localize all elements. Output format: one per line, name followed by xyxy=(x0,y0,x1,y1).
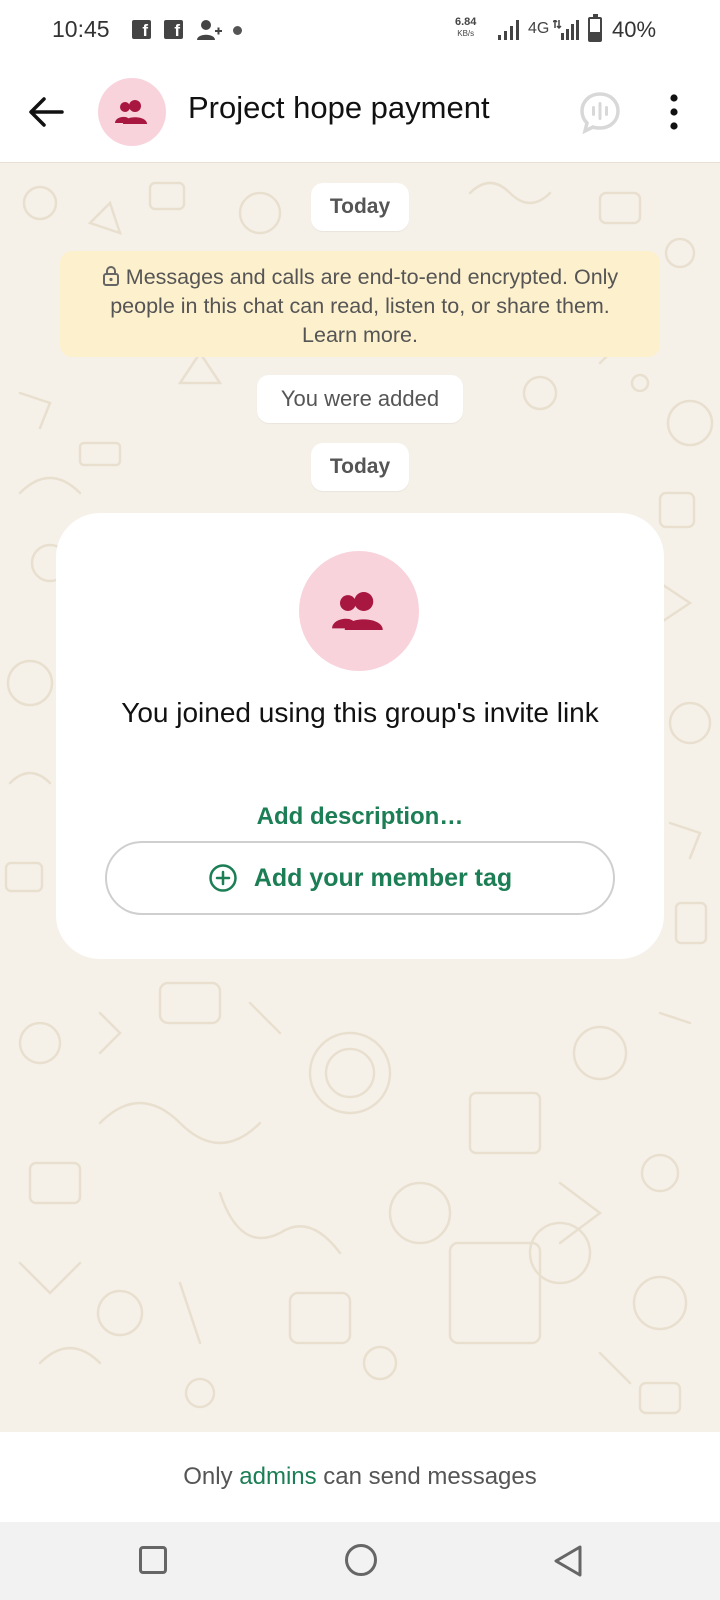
add-member-tag-button[interactable]: Add your member tag xyxy=(105,841,615,915)
chat-title[interactable]: Project hope payment xyxy=(188,90,490,126)
status-bar: 10:45 f f 6.84 KB/s 4G 40% xyxy=(0,0,720,62)
date-divider: Today xyxy=(311,183,409,231)
recent-apps-icon[interactable] xyxy=(139,1546,167,1574)
person-add-icon xyxy=(197,20,222,40)
back-icon[interactable] xyxy=(552,1544,584,1578)
add-member-tag-label: Add your member tag xyxy=(253,863,513,892)
voice-chat-icon[interactable] xyxy=(578,90,622,134)
status-time: 10:45 xyxy=(52,16,110,42)
group-info-card: You joined using this group's invite lin… xyxy=(56,513,664,959)
battery-level xyxy=(590,31,600,40)
encryption-notice-text: Messages and calls are end-to-end encryp… xyxy=(110,265,619,347)
facebook-icon: f xyxy=(164,20,183,40)
chat-header: Project hope payment xyxy=(0,62,720,162)
add-circle-icon xyxy=(209,864,237,892)
system-nav-bar xyxy=(0,1522,720,1600)
notice-prefix: Only xyxy=(183,1463,233,1490)
chat-messages-area[interactable]: Today Messages and calls are end-to-end … xyxy=(0,162,720,1432)
battery-percent: 40% xyxy=(612,17,657,42)
signal-icon xyxy=(498,20,519,40)
group-icon xyxy=(115,100,147,124)
lock-icon xyxy=(102,266,119,286)
home-icon[interactable] xyxy=(345,1544,377,1576)
admins-only-notice: Only admins can send messages xyxy=(0,1432,720,1522)
group-avatar-large[interactable] xyxy=(299,551,419,671)
group-avatar[interactable] xyxy=(98,78,166,146)
more-vertical-icon[interactable] xyxy=(662,90,690,134)
network-type: 4G xyxy=(528,20,550,37)
encryption-notice[interactable]: Messages and calls are end-to-end encryp… xyxy=(60,251,660,357)
card-title: You joined using this group's invite lin… xyxy=(121,697,599,728)
date-divider: Today xyxy=(311,443,409,491)
battery-icon xyxy=(588,14,602,42)
facebook-icon: f xyxy=(132,20,151,40)
signal-icon xyxy=(553,20,579,40)
back-arrow-icon[interactable] xyxy=(24,90,68,134)
system-message: You were added xyxy=(257,375,463,423)
group-icon xyxy=(332,592,383,630)
admins-link[interactable]: admins xyxy=(239,1463,316,1490)
add-description-link[interactable]: Add description… xyxy=(56,803,664,831)
dot-icon xyxy=(233,26,242,35)
net-speed: 6.84 KB/s xyxy=(455,16,477,39)
notice-suffix: can send messages xyxy=(323,1463,537,1490)
